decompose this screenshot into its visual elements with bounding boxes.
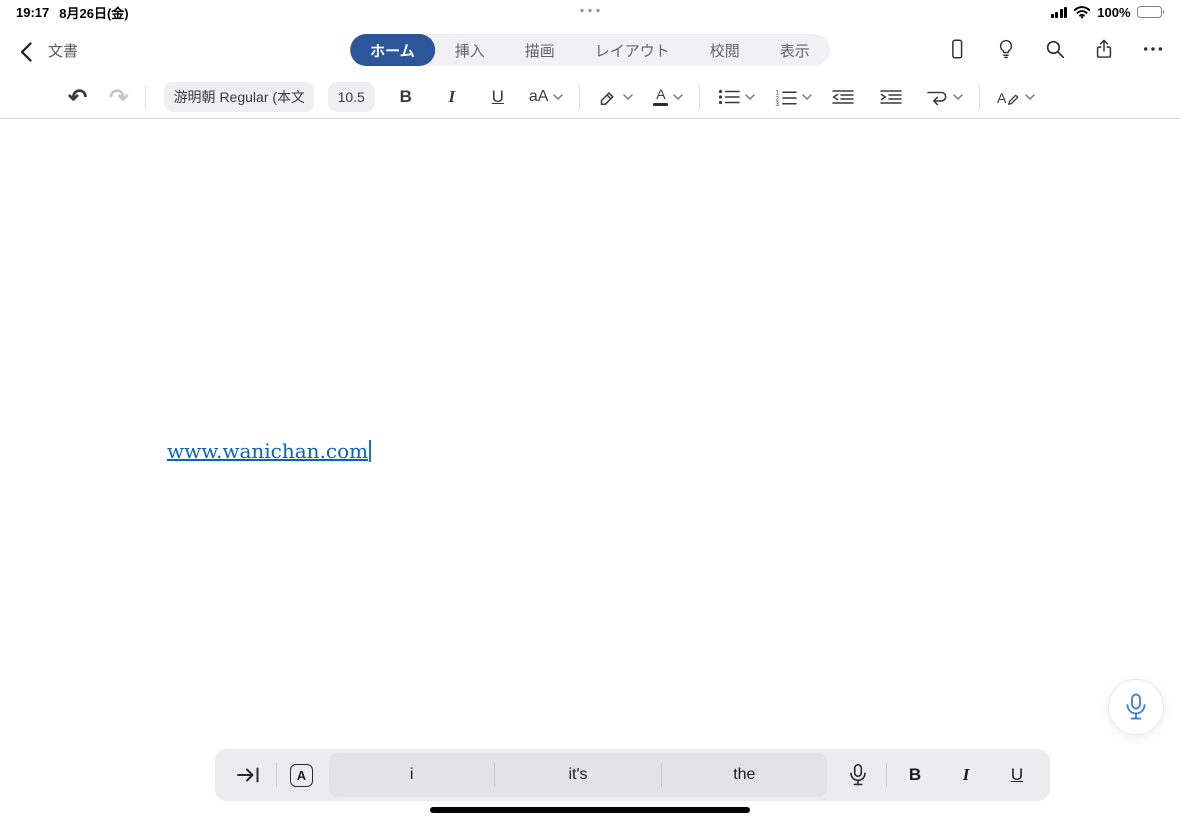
document-title: 文書 [48,43,79,60]
clock: 19:17 [16,4,50,20]
cellular-signal-icon [1050,6,1068,18]
formatting-toolbar: ↶ ↷ 游明朝 Regular (本文 10.5 B I U aA A 1 2 … [0,76,1180,119]
multitasking-dots-icon[interactable] [579,8,601,13]
keyboard-italic-button[interactable]: I [951,765,981,785]
bullet-list-button[interactable] [718,81,756,113]
dictation-fab[interactable] [1108,679,1164,735]
chevron-down-icon [623,94,634,100]
suggestion-1[interactable]: i [329,753,494,797]
dictation-mic-icon[interactable] [843,760,873,790]
keyboard-underline-button[interactable]: U [1002,765,1032,785]
line-break-button[interactable] [926,81,964,113]
divider [579,85,581,109]
font-size-grow-shrink-button[interactable]: aA [529,81,564,113]
suggestion-group: i it's the [329,753,827,797]
font-name-label: 游明朝 Regular (本文 [173,89,304,105]
redo-icon: ↷ [109,83,129,110]
grow-shrink-label: aA [528,88,549,105]
status-bar: 19:17 8月26日(金) 100% [0,0,1180,24]
font-size-label: 10.5 [337,89,365,105]
chevron-down-icon [673,94,684,100]
chevron-down-icon [553,94,564,100]
document-text-line: www.wanichan.com [167,439,372,463]
tab-review[interactable]: 校閲 [690,34,760,66]
nav-bar: 文書 ホーム 挿入 描画 レイアウト 校閲 表示 [0,24,1180,76]
tab-layout[interactable]: レイアウト [575,34,690,66]
input-mode-button[interactable]: A [290,763,313,787]
tab-insert[interactable]: 挿入 [435,34,505,66]
more-ellipsis-icon[interactable] [1140,36,1166,62]
chevron-down-icon [745,94,756,100]
share-icon[interactable] [1091,36,1117,62]
chevron-down-icon [953,94,964,100]
ribbon-tabs: ホーム 挿入 描画 レイアウト 校閲 表示 [350,34,830,66]
font-size-button[interactable]: 10.5 [327,82,375,112]
highlight-color-button[interactable] [598,81,634,113]
tab-draw[interactable]: 描画 [505,34,575,66]
wifi-icon [1073,5,1091,19]
font-name-button[interactable]: 游明朝 Regular (本文 [163,82,314,112]
keyboard-bold-button[interactable]: B [900,765,930,785]
svg-text:3: 3 [776,101,780,106]
bold-button[interactable]: B [393,81,419,113]
date: 8月26日(金) [59,5,129,21]
font-color-letter: A [656,85,666,102]
divider [144,85,146,109]
svg-text:A: A [997,90,1007,106]
undo-icon[interactable]: ↶ [68,81,87,113]
document-canvas[interactable]: www.wanichan.com [0,120,1180,820]
divider [886,763,887,787]
battery-percent: 100% [1097,4,1131,20]
tab-view[interactable]: 表示 [760,34,830,66]
hyperlink-text[interactable]: www.wanichan.com [167,439,368,463]
styles-button[interactable]: A [996,81,1036,113]
divider [699,85,701,109]
back-button[interactable] [12,38,40,66]
search-icon[interactable] [1042,36,1068,62]
numbered-list-button[interactable]: 1 2 3 [775,81,813,113]
divider [276,763,277,787]
keyboard-shortcut-bar: A i it's the B I U [215,749,1050,801]
font-color-icon: A [653,81,669,113]
tab-home[interactable]: ホーム [350,34,435,66]
increase-indent-button[interactable] [878,81,904,113]
mobile-view-icon[interactable] [944,36,970,62]
lightbulb-icon[interactable] [993,36,1019,62]
text-cursor [369,440,372,462]
font-color-button[interactable]: A [653,81,684,113]
battery-icon [1136,5,1164,19]
suggestion-2[interactable]: it's [495,753,660,797]
suggestion-3[interactable]: the [662,753,827,797]
word-ipad-screen: 19:17 8月26日(金) 100% 文書 ホーム 挿入 描画 レイアウト 校… [0,0,1180,820]
tab-key-icon[interactable] [233,760,263,790]
italic-button[interactable]: I [439,81,465,113]
home-indicator[interactable] [430,807,750,813]
underline-button[interactable]: U [485,81,511,113]
divider [979,85,981,109]
decrease-indent-button[interactable] [830,81,856,113]
chevron-down-icon [1025,94,1036,100]
chevron-down-icon [802,94,813,100]
